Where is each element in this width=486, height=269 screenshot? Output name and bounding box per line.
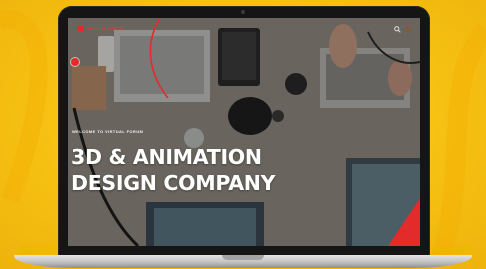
menu-icon[interactable]: [405, 26, 412, 33]
search-icon[interactable]: [394, 26, 401, 33]
webcam: [241, 10, 245, 14]
logo-icon: [77, 26, 84, 31]
hero-title-line-2: DESIGN COMPANY: [71, 171, 276, 195]
logo-text: VIRTUAL FORUM: [87, 26, 124, 31]
hero-kicker: WELCOME TO VIRTUAL FORUM: [72, 129, 144, 134]
slider-nav-dot[interactable]: [71, 58, 79, 66]
laptop-screen: VIRTUAL FORUM WELCOME TO VIRTUAL FORUM 3…: [68, 18, 420, 246]
site-logo[interactable]: VIRTUAL FORUM: [77, 26, 124, 31]
hero-title-line-1: 3D & ANIMATION: [71, 145, 262, 169]
header-actions: [394, 26, 412, 33]
laptop-base-notch: [222, 255, 264, 260]
